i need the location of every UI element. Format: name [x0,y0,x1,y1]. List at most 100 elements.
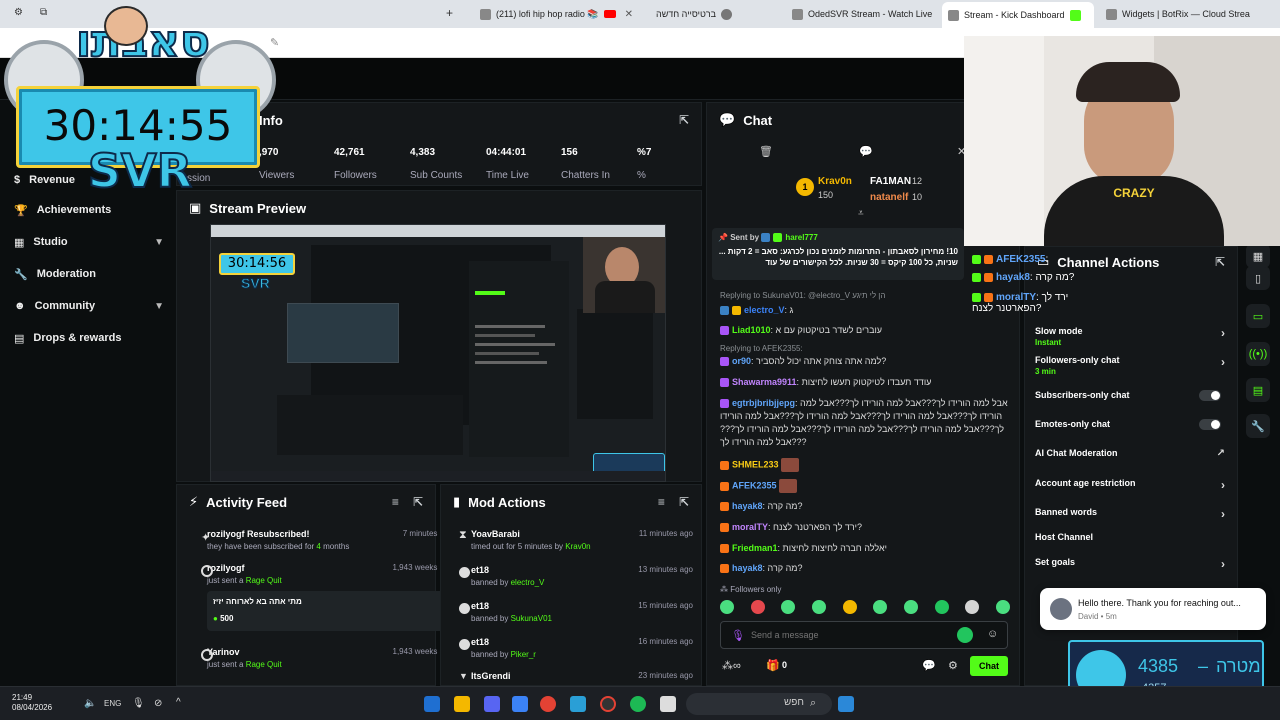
network-icon[interactable]: ⊘ [154,698,162,709]
toast-time: 5m [1105,612,1117,621]
emote-icon[interactable] [995,600,1010,614]
sidebar-item-drops-rewards[interactable]: ▤ Drops & rewards [14,328,164,348]
subscribers-only-item[interactable]: Subscribers-only chat [1035,390,1225,401]
stat-label: Sub Counts [410,170,463,181]
emote-icon[interactable] [965,600,980,614]
popout-icon[interactable]: ⇱ [679,495,689,509]
taskbar-search[interactable]: חפש ⌕ [686,693,832,715]
chat-bubble-icon[interactable]: 💬 [922,659,936,672]
ban-icon [459,567,470,578]
emote-icon[interactable] [750,600,765,614]
toast-message: Hello there. Thank you for reaching out.… [1078,598,1241,608]
broadcast-icon[interactable]: ((•)) [1246,342,1270,366]
expand-icon[interactable]: ⩡ [858,208,864,219]
filter-icon[interactable]: ≡ [392,495,399,509]
chat-message: or90: למה אתה צוחק אתה יכול להסביר? [720,355,1010,368]
banned-words-item[interactable]: Banned words › [1035,507,1225,521]
account-age-item[interactable]: Account age restriction › [1035,478,1225,492]
emote-bar[interactable] [720,600,1010,616]
popout-icon[interactable]: ⇱ [413,495,423,509]
goal-label: מטרה [1216,656,1261,676]
emoji-icon[interactable]: ☺ [987,628,998,640]
tab-new-tab[interactable]: ברטיסייה חדשה [650,4,780,24]
clock[interactable]: 21:49 08/04/2026 [12,693,52,713]
emotes-only-item[interactable]: Emotes-only chat [1035,419,1225,430]
discord-icon[interactable] [484,696,500,712]
preview-taskbar [211,471,665,481]
emote-icon[interactable] [934,600,949,614]
chat-bubble-icon: 💬 [719,112,736,127]
spotify-icon[interactable] [630,696,646,712]
ban-icon [459,639,470,650]
trash-icon[interactable]: 🗑 [759,145,773,158]
chat-input[interactable] [751,627,941,643]
new-tab-icon[interactable]: + [446,6,453,20]
folder-icon[interactable] [454,696,470,712]
pinned-message: 📌 Sent by harel777 10! מחירון לסאבתון - … [712,228,964,280]
obs-icon[interactable] [600,696,616,712]
set-goals-item[interactable]: Set goals › [1035,557,1225,571]
windows-start-icon[interactable] [838,696,854,712]
ai-moderation-item[interactable]: AI Chat Moderation ↗ [1035,448,1225,459]
chat-message: electro_V: ג [720,304,1010,317]
top-chatter-name: FA1MAN [870,176,912,187]
community-icon: ☻ [14,300,26,312]
stream-preview-video[interactable]: 30:14:56 SVR [210,224,666,482]
tab-title: Widgets | BotRix — Cloud Strea [1122,9,1250,19]
kick-emote-icon[interactable] [957,627,973,643]
files-icon[interactable] [660,696,676,712]
community-points-icon[interactable]: ⁂∞ [722,659,741,672]
subscribers-only-toggle[interactable] [1199,390,1221,401]
emote-icon[interactable] [720,600,734,614]
chat-message: egtrbjbribjjepg: אבל למה הורידו לך???אבל… [720,398,1008,447]
app-icon[interactable] [512,696,528,712]
chrome-icon[interactable] [540,696,556,712]
popout-icon[interactable]: ⇱ [679,113,689,127]
tab-kick-dashboard[interactable]: Stream - Kick Dashboard [942,2,1094,28]
document-icon[interactable]: ▯ [1246,266,1270,290]
sidebar-item-moderation[interactable]: 🔧 Moderation [14,264,164,284]
slow-mode-item[interactable]: Slow mode Instant › [1035,326,1225,347]
chevron-right-icon: › [1221,557,1225,571]
wrench-icon[interactable]: 🔧 [1246,414,1270,438]
layout-icon[interactable]: ▤ [1246,378,1270,402]
tab-title: Stream - Kick Dashboard [964,10,1065,20]
lightning-icon: ⚡ [189,494,199,509]
steam-icon[interactable] [424,696,440,712]
emote-icon[interactable] [781,600,796,614]
emote-icon[interactable] [842,600,857,614]
stat-label: % [637,170,646,181]
chrome-icon [721,8,733,20]
emote-icon[interactable] [811,600,826,614]
sidebar-item-studio[interactable]: ▦ Studio ▼ [14,232,164,252]
tab-botrix[interactable]: Widgets | BotRix — Cloud Strea [1100,4,1260,24]
support-toast[interactable]: Hello there. Thank you for reaching out.… [1040,588,1266,630]
tab-lofi[interactable]: (211) lofi hip hop radio 📚 ✕ [474,4,644,24]
emote-icon[interactable] [903,600,918,614]
emotes-only-toggle[interactable] [1199,419,1221,430]
mic-icon[interactable]: 🎙 [731,629,745,642]
close-icon[interactable]: ✕ [625,9,633,20]
grid-icon[interactable]: ▦ [1246,244,1270,268]
gift-icon[interactable]: 🎁 [766,659,780,672]
chat-message: Shawarma9911: עודד תעבדו לטיקטוק תעשו לח… [720,376,1010,389]
emote-icon[interactable] [873,600,888,614]
telegram-icon[interactable] [570,696,586,712]
mic-icon[interactable]: 🎙 [132,698,145,709]
host-channel-item[interactable]: Host Channel [1035,532,1225,542]
list-item: et18 banned by Piker_r 16 minutes ago [459,637,693,659]
filter-icon[interactable]: ≡ [658,495,665,509]
chat-settings-icon[interactable]: 💬 [859,145,873,158]
chevron-right-icon: › [1221,326,1225,340]
chat-send-button[interactable]: Chat [970,656,1008,676]
speaker-icon[interactable]: 🔈 [84,698,96,709]
chevron-up-icon[interactable]: ^ [176,697,181,708]
popout-icon[interactable]: ⇱ [1215,255,1225,269]
chevron-right-icon: › [1221,478,1225,492]
chat-bubble-icon[interactable]: ▭ [1246,304,1270,328]
tab-odedsvr[interactable]: OdedSVR Stream - Watch Live [786,4,936,24]
language-indicator[interactable]: ENG [104,699,121,708]
gear-icon[interactable]: ⚙ [948,659,958,672]
sidebar-item-community[interactable]: ☻ Community ▼ [14,296,164,316]
followers-only-item[interactable]: Followers-only chat 3 min › [1035,355,1225,376]
